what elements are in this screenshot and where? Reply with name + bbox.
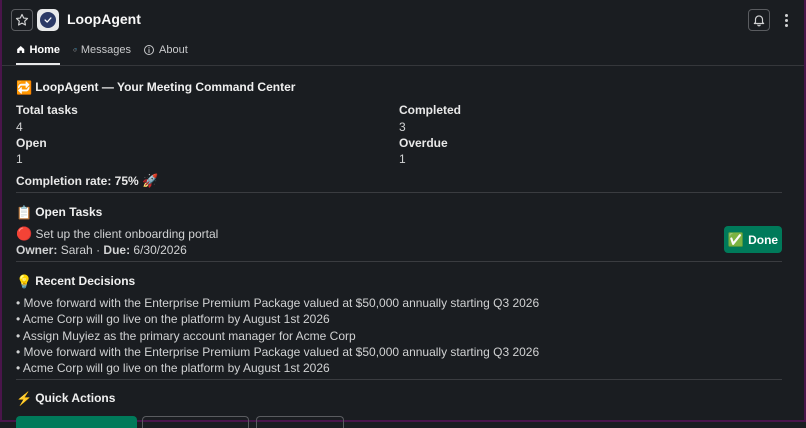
repeat-icon: 🔁 xyxy=(16,79,33,95)
done-button-label: Done xyxy=(748,232,779,247)
check-mark-icon: ✅ xyxy=(727,232,745,247)
recent-decisions-title-text: Recent Decisions xyxy=(35,274,136,288)
page-title: 🔁 LoopAgent — Your Meeting Command Cente… xyxy=(16,80,295,94)
quick-action-button[interactable] xyxy=(142,416,249,428)
due-label: Due: xyxy=(103,243,131,257)
tab-home[interactable]: Home xyxy=(16,44,60,65)
owner-label: Owner: xyxy=(16,243,58,257)
task-item-title: 🔴 Set up the client onboarding portal xyxy=(16,227,218,241)
stat-open-label: Open xyxy=(16,136,47,150)
stat-completed-value: 3 xyxy=(399,120,406,134)
open-tasks-title: 📋 Open Tasks xyxy=(16,205,102,219)
more-options-button[interactable] xyxy=(779,9,793,31)
task-meta: Owner: Sarah · Due: 6/30/2026 xyxy=(16,243,187,257)
open-tasks-title-text: Open Tasks xyxy=(35,205,103,219)
page-title-text: LoopAgent — Your Meeting Command Center xyxy=(35,80,296,94)
decision-item: • Acme Corp will go live on the platform… xyxy=(16,312,330,326)
message-icon xyxy=(73,48,77,52)
star-button[interactable] xyxy=(11,9,33,31)
stat-overdue-label: Overdue xyxy=(399,136,448,150)
app-logo xyxy=(37,9,59,31)
tab-about-label: About xyxy=(159,44,188,56)
decision-item: • Assign Muyiez as the primary account m… xyxy=(16,329,356,343)
lightbulb-icon: 💡 xyxy=(16,273,33,289)
app-title: LoopAgent xyxy=(67,11,141,27)
home-icon xyxy=(17,45,25,54)
tab-messages[interactable]: Messages xyxy=(73,44,131,65)
star-icon xyxy=(15,13,29,26)
task-due: 6/30/2026 xyxy=(133,243,187,257)
quick-actions-title-text: Quick Actions xyxy=(35,391,116,405)
more-dot-icon xyxy=(784,13,788,17)
lightning-icon: ⚡ xyxy=(16,390,33,406)
stat-total-label: Total tasks xyxy=(16,103,78,117)
stat-open-value: 1 xyxy=(16,152,23,166)
more-dot-icon xyxy=(784,23,788,27)
clipboard-icon: 📋 xyxy=(16,204,33,220)
quick-actions-title: ⚡ Quick Actions xyxy=(16,391,115,405)
check-icon xyxy=(40,12,56,28)
tab-home-label: Home xyxy=(29,44,60,56)
recent-decisions-title: 💡 Recent Decisions xyxy=(16,274,135,288)
task-text: Set up the client onboarding portal xyxy=(35,227,219,241)
rocket-icon: 🚀 xyxy=(142,173,159,188)
tab-bar: Home Messages About xyxy=(2,40,804,66)
decision-item: • Move forward with the Enterprise Premi… xyxy=(16,296,540,310)
stat-total-value: 4 xyxy=(16,120,23,134)
divider xyxy=(16,192,782,193)
tab-about[interactable]: About xyxy=(143,44,189,65)
stat-overdue-value: 1 xyxy=(399,152,406,166)
info-icon xyxy=(144,45,154,55)
divider xyxy=(16,379,782,380)
tab-messages-label: Messages xyxy=(80,44,131,56)
divider xyxy=(16,261,782,262)
decision-item: • Acme Corp will go live on the platform… xyxy=(16,361,330,375)
task-owner: Sarah xyxy=(60,243,93,257)
done-button[interactable]: ✅ Done xyxy=(724,226,782,253)
stat-completed-label: Completed xyxy=(399,103,462,117)
completion-rate-text: Completion rate: 75% xyxy=(16,174,139,188)
red-circle-icon: 🔴 xyxy=(16,226,33,241)
decision-item: • Move forward with the Enterprise Premi… xyxy=(16,345,540,359)
top-bar: LoopAgent xyxy=(2,0,804,40)
completion-rate: Completion rate: 75% 🚀 xyxy=(16,174,158,188)
quick-action-button[interactable] xyxy=(256,416,344,428)
notifications-button[interactable] xyxy=(748,9,770,31)
bell-icon xyxy=(753,15,765,27)
more-dot-icon xyxy=(784,18,788,22)
quick-action-primary-button[interactable] xyxy=(16,416,137,428)
